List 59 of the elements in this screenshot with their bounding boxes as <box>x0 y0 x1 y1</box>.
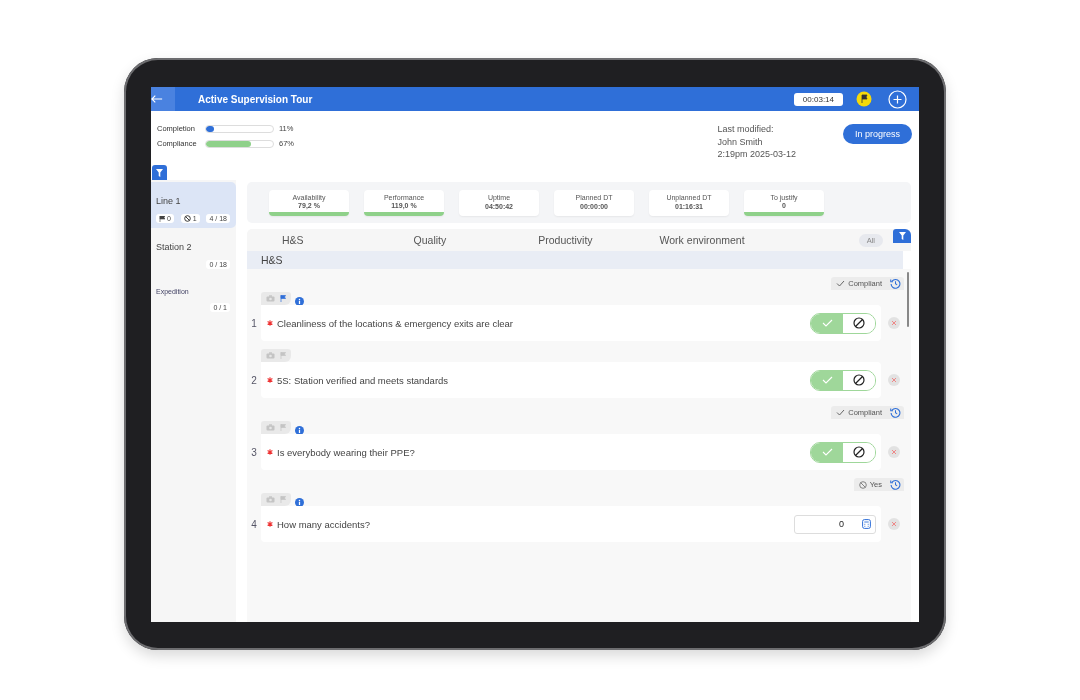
window-title: Active Supervision Tour <box>198 93 314 105</box>
filter-icon <box>156 168 163 177</box>
calculator-icon[interactable] <box>862 519 871 529</box>
clear-icon[interactable] <box>888 317 900 329</box>
category-tab[interactable]: H&S <box>282 234 304 246</box>
blocked-icon <box>853 317 865 329</box>
check-icon <box>821 319 833 327</box>
status-button[interactable]: In progress <box>842 124 912 144</box>
camera-icon[interactable] <box>266 424 275 431</box>
add-icon[interactable] <box>888 89 907 109</box>
camera-icon[interactable] <box>266 496 275 503</box>
section-title: H&S <box>261 254 283 266</box>
clear-icon[interactable] <box>888 374 900 386</box>
station-name: Station 2 <box>156 242 193 252</box>
check-icon <box>836 409 846 416</box>
required-mark-icon <box>267 377 273 383</box>
clear-icon[interactable] <box>888 518 900 530</box>
last-modified-user: John Smith <box>717 135 764 148</box>
check-icon <box>821 376 833 384</box>
history-icon[interactable] <box>890 407 901 418</box>
blocked-icon <box>853 374 865 386</box>
filter-icon <box>898 232 906 240</box>
filter-button[interactable] <box>152 165 167 180</box>
question-text: 5S: Station verified and meets standards <box>277 374 450 386</box>
category-tab[interactable]: Quality <box>413 234 447 246</box>
required-mark-icon <box>267 320 273 326</box>
flag-icon[interactable] <box>280 295 286 302</box>
blocked-icon <box>858 480 867 489</box>
category-tab[interactable]: Productivity <box>538 234 593 246</box>
question-number: 4 <box>250 518 258 530</box>
back-arrow-icon <box>151 94 163 104</box>
filter-button[interactable] <box>893 229 911 243</box>
camera-icon[interactable] <box>266 352 275 359</box>
history-icon[interactable] <box>890 479 901 490</box>
back-button[interactable] <box>151 87 175 111</box>
number-input[interactable]: 0 <box>794 514 876 534</box>
blocked-icon <box>853 446 865 458</box>
history-icon[interactable] <box>890 278 901 289</box>
question-text: How many accidents? <box>277 518 371 530</box>
check-icon <box>821 448 833 456</box>
flag-button-icon[interactable] <box>856 91 872 107</box>
required-mark-icon <box>267 521 273 527</box>
clear-icon[interactable] <box>888 446 900 458</box>
question-number: 1 <box>250 317 258 329</box>
question-number: 2 <box>250 374 258 386</box>
scrollbar[interactable] <box>907 272 909 327</box>
question-text: Cleanliness of the locations & emergency exits are clear <box>277 317 515 329</box>
check-icon <box>836 280 846 287</box>
last-modified-label: Last modified: <box>717 123 775 136</box>
required-mark-icon <box>267 449 273 455</box>
timer: 00:03:14 <box>793 92 843 106</box>
question-text: Is everybody wearing their PPE? <box>277 446 416 458</box>
category-tab[interactable]: Work environment <box>659 234 745 246</box>
blocked-icon <box>183 215 191 222</box>
last-modified-time: 2:19pm 2025-03-12 <box>717 148 796 161</box>
question-number: 3 <box>250 446 258 458</box>
station-name: Line 1 <box>156 196 182 206</box>
flag-icon <box>159 215 165 222</box>
camera-icon[interactable] <box>266 295 275 302</box>
